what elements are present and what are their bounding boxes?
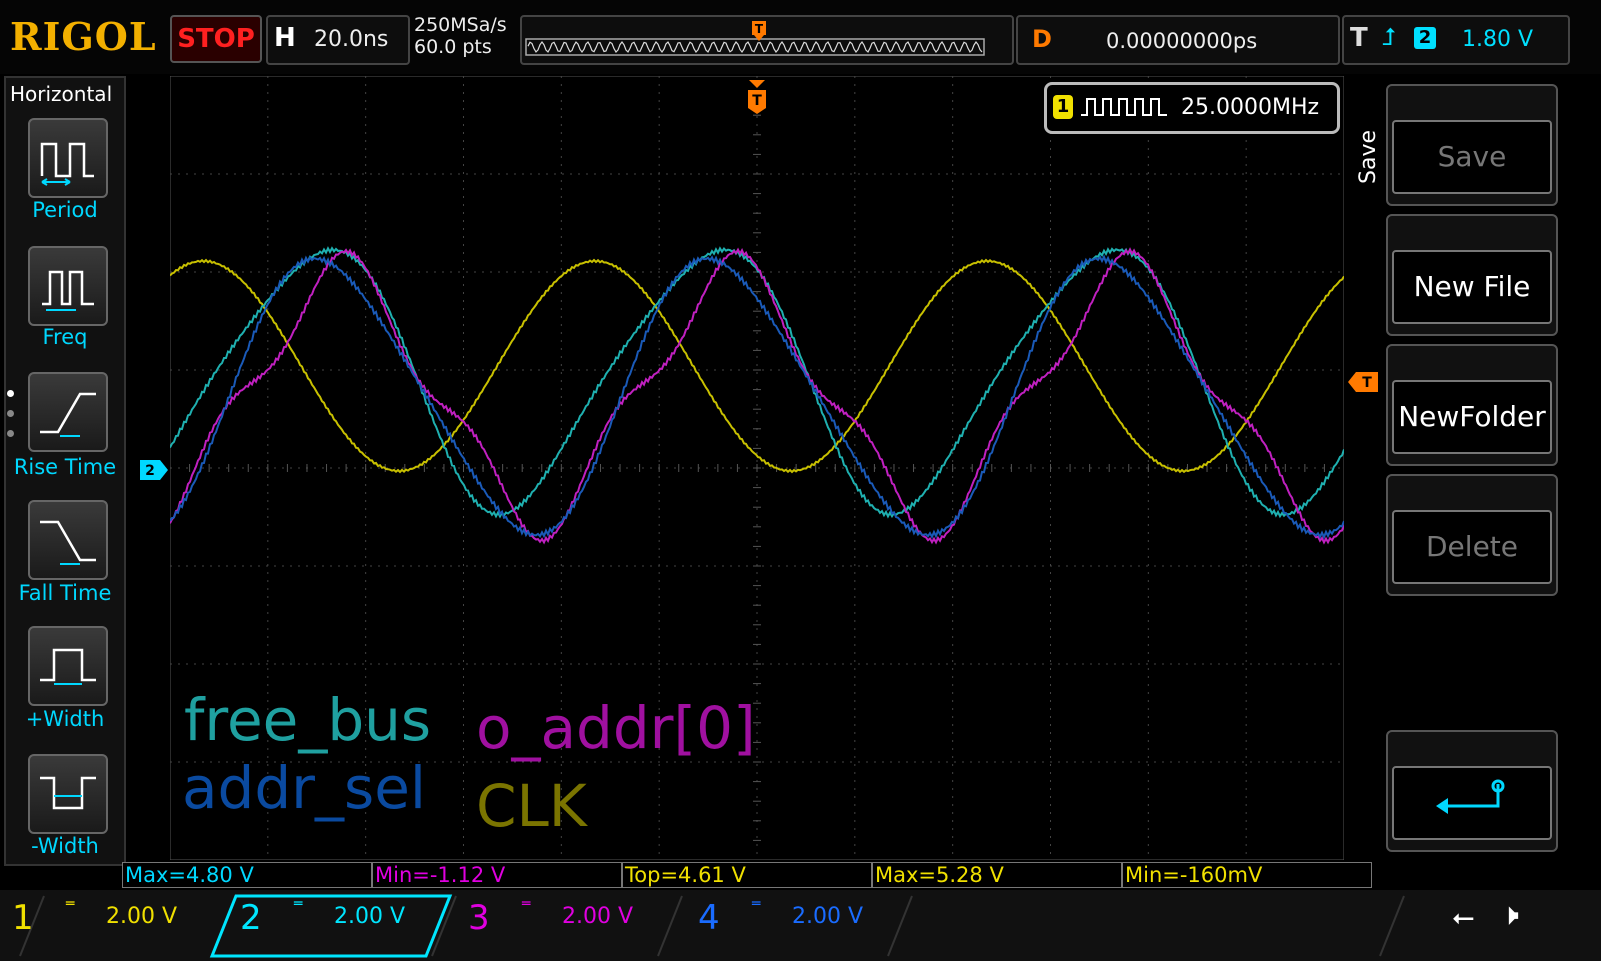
overview-waveform: T xyxy=(525,21,985,56)
delay-value: 0.00000000ps xyxy=(1106,29,1258,53)
delete-label: Delete xyxy=(1392,510,1552,584)
ch3-coupling-icon: ═ xyxy=(522,896,531,912)
menu-title: Horizontal xyxy=(10,82,113,106)
freq-button[interactable] xyxy=(28,246,108,326)
trigger-level: 1.80 V xyxy=(1462,27,1534,52)
measurement-3[interactable]: Top=4.61 V xyxy=(622,862,872,888)
new-folder-button[interactable]: NewFolder xyxy=(1386,344,1558,466)
save-button-label: Save xyxy=(1392,120,1552,194)
negative-width-button[interactable] xyxy=(28,754,108,834)
ch1-scale[interactable]: 2.00 V xyxy=(106,904,177,929)
horizontal-measure-menu: Horizontal Period Freq Rise Time Fall Ti… xyxy=(4,76,126,866)
delay-label: D xyxy=(1032,25,1052,53)
trigger-box[interactable]: T ⮥ 2 1.80 V xyxy=(1342,15,1570,65)
period-icon xyxy=(40,142,94,186)
freq-label: Freq xyxy=(42,325,88,349)
save-menu-title: Save xyxy=(1356,129,1381,184)
trigger-source: 2 xyxy=(1414,27,1436,49)
counter-channel: 1 xyxy=(1053,95,1073,119)
save-button[interactable]: Save xyxy=(1386,84,1558,206)
freq-icon xyxy=(42,270,94,311)
label-o-addr: o_addr[0] xyxy=(476,694,756,762)
speaker-muted-icon[interactable]: 🕨 xyxy=(1500,898,1519,933)
counter-value: 25.0000MHz xyxy=(1181,95,1320,120)
top-status-bar: RIGOL STOP H 20.0ns 250MSa/s 60.0 pts T … xyxy=(0,0,1601,74)
ch3-number[interactable]: 3 xyxy=(468,898,490,938)
channel-bar: 1 ═ 2.00 V 2 ═ 2.00 V 3 ═ 2.00 V 4 ═ 2.0… xyxy=(0,890,1601,961)
run-stop-status[interactable]: STOP xyxy=(170,15,262,63)
square-wave-icon xyxy=(1081,98,1167,116)
svg-text:T: T xyxy=(755,22,764,36)
menu-page-indicator xyxy=(7,390,14,450)
ch1-number[interactable]: 1 xyxy=(12,898,34,938)
rise-time-label: Rise Time xyxy=(13,455,117,479)
new-file-button[interactable]: New File xyxy=(1386,214,1558,336)
new-file-label: New File xyxy=(1392,250,1552,324)
rise-time-icon xyxy=(40,392,96,437)
delete-button[interactable]: Delete xyxy=(1386,474,1558,596)
delay-box[interactable]: D 0.00000000ps xyxy=(1016,15,1340,65)
return-icon xyxy=(1436,779,1505,814)
measurement-4[interactable]: Max=5.28 V xyxy=(872,862,1122,888)
usb-icon: ⭠ xyxy=(1452,900,1475,933)
positive-width-button[interactable] xyxy=(28,626,108,706)
frequency-counter: 1 25.0000MHz xyxy=(1044,82,1340,134)
negative-width-label: -Width xyxy=(31,834,99,858)
svg-text:2: 2 xyxy=(145,463,155,479)
fall-time-icon xyxy=(40,520,96,565)
return-button-face xyxy=(1392,766,1552,840)
rise-time-button[interactable] xyxy=(28,372,108,452)
label-addr-sel: addr_sel xyxy=(182,754,427,822)
svg-text:T: T xyxy=(752,93,762,109)
ch1-coupling-icon: ═ xyxy=(66,896,75,912)
positive-width-label: +Width xyxy=(25,707,105,731)
positive-width-icon xyxy=(40,648,96,685)
timebase-label: H xyxy=(274,23,296,53)
memory-points: 60.0 pts xyxy=(414,36,492,58)
sample-rate: 250MSa/s xyxy=(414,14,507,36)
trigger-label: T xyxy=(1350,23,1368,53)
ch2-scale[interactable]: 2.00 V xyxy=(334,904,405,929)
trigger-position-marker[interactable]: T xyxy=(746,80,768,114)
waveform-overview-bar[interactable]: T xyxy=(520,15,1014,65)
acquisition-info: 250MSa/s 60.0 pts xyxy=(414,14,507,58)
ch2-ground-marker[interactable]: 2 xyxy=(140,460,168,480)
timebase-box[interactable]: H 20.0ns xyxy=(266,15,410,65)
measurement-bar: Max=4.80 V Min=-1.12 V Top=4.61 V Max=5.… xyxy=(122,862,1374,888)
trigger-position-icon: T xyxy=(752,21,766,41)
label-free-bus: free_bus xyxy=(184,686,432,754)
timebase-value: 20.0ns xyxy=(314,27,389,52)
fall-time-label: Fall Time xyxy=(18,581,112,605)
rising-edge-icon: ⮥ xyxy=(1382,23,1397,51)
fall-time-button[interactable] xyxy=(28,500,108,580)
ch4-scale[interactable]: 2.00 V xyxy=(792,904,863,929)
measurement-2[interactable]: Min=-1.12 V xyxy=(372,862,622,888)
ch2-number[interactable]: 2 xyxy=(240,898,262,938)
ch4-number[interactable]: 4 xyxy=(698,898,720,938)
negative-width-icon xyxy=(40,776,96,810)
measurement-1[interactable]: Max=4.80 V xyxy=(122,862,372,888)
return-button[interactable] xyxy=(1386,730,1558,852)
ch3-scale[interactable]: 2.00 V xyxy=(562,904,633,929)
measurement-5[interactable]: Min=-160mV xyxy=(1122,862,1372,888)
ch4-coupling-icon: ═ xyxy=(752,896,761,912)
period-label: Period xyxy=(32,198,98,222)
new-folder-label: NewFolder xyxy=(1392,380,1552,454)
brand-logo: RIGOL xyxy=(10,14,157,59)
label-clk: CLK xyxy=(476,772,587,840)
period-button[interactable] xyxy=(28,118,108,198)
ch2-coupling-icon: ═ xyxy=(294,896,303,912)
